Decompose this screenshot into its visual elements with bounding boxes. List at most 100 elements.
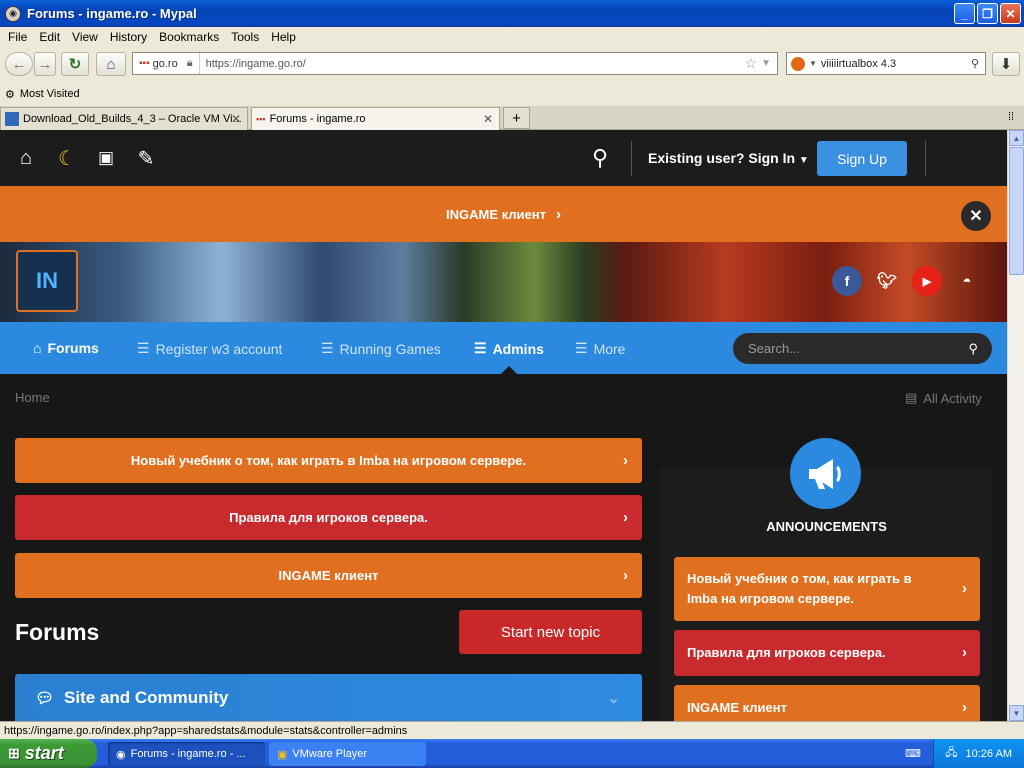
tab-label: Forums - ingame.ro xyxy=(269,113,366,125)
divider xyxy=(925,141,926,176)
minimize-button[interactable]: _ xyxy=(954,3,975,24)
back-arrow-icon: ← xyxy=(11,55,27,73)
taskbar-item-vmware[interactable]: ▣ VMware Player xyxy=(269,742,426,766)
announcement-bar[interactable]: Правила для игроков сервера. › xyxy=(15,495,642,540)
back-button[interactable]: ← xyxy=(5,52,33,76)
menu-tools[interactable]: Tools xyxy=(225,30,265,44)
chevron-down-icon[interactable]: ⌄ xyxy=(607,689,620,707)
all-activity-link[interactable]: ▤ All Activity xyxy=(905,390,982,406)
menu-view[interactable]: View xyxy=(66,30,104,44)
vertical-scrollbar[interactable]: ▲ ▼ xyxy=(1007,130,1024,721)
search-box[interactable]: ▼ viiiiirtualbox 4.3 ⚲ xyxy=(786,52,986,75)
scroll-down-arrow[interactable]: ▼ xyxy=(1009,705,1024,721)
tab-forums[interactable]: ▪▪▪ Forums - ingame.ro ✕ xyxy=(251,107,500,130)
window-titlebar[interactable]: ◉ Forums - ingame.ro - Mypal _ ❐ ✕ xyxy=(0,0,1024,27)
network-icon[interactable]: 🖧︎ xyxy=(945,744,957,763)
caret-down-icon: ▼ xyxy=(798,155,809,166)
announcement-bar[interactable]: Новый учебник о том, как играть в Imba н… xyxy=(15,438,642,483)
bookmarks-toolbar: ⚙ Most Visited xyxy=(0,82,1024,106)
hero-banner: IN f 🐦︎ ▶ ◓ xyxy=(0,242,1007,322)
vmware-icon: ▣ xyxy=(277,748,288,761)
scrollbar-thumb[interactable] xyxy=(1009,147,1024,275)
tab-virtualbox[interactable]: Download_Old_Builds_4_3 – Oracle VM Vi..… xyxy=(0,107,248,130)
announcement-banner[interactable]: INGAME клиент › ✕ xyxy=(0,186,1007,242)
active-nav-caret xyxy=(501,366,517,374)
site-search-icon[interactable]: ⚲ xyxy=(588,145,612,170)
site-domain: go.ro xyxy=(152,57,178,70)
forward-button[interactable]: → xyxy=(34,52,56,76)
close-window-button[interactable]: ✕ xyxy=(1000,3,1021,24)
nav-more[interactable]: ☰ More xyxy=(575,340,625,357)
site-logo[interactable]: IN xyxy=(16,250,78,312)
url-dropdown-icon[interactable]: ▼ xyxy=(761,58,771,69)
browser-app-icon: ◉ xyxy=(5,5,21,22)
nav-admins[interactable]: ☰ Admins xyxy=(474,340,544,357)
menu-bar: File Edit View History Bookmarks Tools H… xyxy=(0,27,1024,46)
sign-in-link[interactable]: Existing user? Sign In ▼ xyxy=(648,150,809,166)
windows-logo-icon: ⊞ xyxy=(8,745,20,761)
menu-edit[interactable]: Edit xyxy=(33,30,66,44)
discord-icon[interactable]: ◓ xyxy=(952,266,982,296)
most-visited-bookmark[interactable]: Most Visited xyxy=(20,88,80,100)
search-icon[interactable]: ⚲ xyxy=(968,341,978,357)
tab-close-icon[interactable]: ✕ xyxy=(483,112,493,126)
menu-file[interactable]: File xyxy=(2,30,33,44)
start-button[interactable]: ⊞ start xyxy=(0,739,97,768)
reload-button[interactable]: ↻ xyxy=(61,52,89,76)
taskbar-item-forums[interactable]: ◉ Forums - ingame.ro - ... xyxy=(108,742,265,766)
search-icon[interactable]: ⚲ xyxy=(971,57,979,70)
site-search-input[interactable]: Search... ⚲ xyxy=(733,333,992,364)
url-text[interactable]: https://ingame.go.ro/ xyxy=(200,58,745,70)
sidebar-announcement[interactable]: INGAME клиент › xyxy=(674,685,980,721)
brush-icon[interactable]: ✎ xyxy=(134,146,158,170)
youtube-icon[interactable]: ▶ xyxy=(912,266,942,296)
announcement-bar[interactable]: INGAME клиент › xyxy=(15,553,642,598)
divider xyxy=(631,141,632,176)
tab-list-icon[interactable]: ⁞⁞ xyxy=(1008,111,1014,123)
menu-help[interactable]: Help xyxy=(265,30,302,44)
plus-icon: + xyxy=(512,109,521,127)
menu-lines-icon: ☰ xyxy=(137,340,150,356)
menu-bookmarks[interactable]: Bookmarks xyxy=(153,30,225,44)
taskbar: ⊞ start ◉ Forums - ingame.ro - ... ▣ VMwar… xyxy=(0,739,1024,768)
twitter-icon[interactable]: 🐦︎ xyxy=(872,266,902,296)
menu-history[interactable]: History xyxy=(104,30,153,44)
facebook-icon[interactable]: f xyxy=(832,266,862,296)
search-engine-dropdown-icon[interactable]: ▼ xyxy=(809,59,817,68)
status-text: https://ingame.go.ro/index.php?app=share… xyxy=(4,724,408,737)
image-icon[interactable]: ▣ xyxy=(94,146,118,170)
site-identity[interactable]: ▪▪▪ go.ro 🔒︎ xyxy=(133,53,200,74)
sidebar-announcement[interactable]: Правила для игроков сервера. › xyxy=(674,630,980,676)
tab-label: Download_Old_Builds_4_3 – Oracle VM Vi..… xyxy=(23,113,242,125)
menu-lines-icon: ☰ xyxy=(321,340,334,356)
home-icon[interactable]: ⌂ xyxy=(14,146,38,170)
nav-register[interactable]: ☰ Register w3 account xyxy=(137,340,282,357)
sign-up-button[interactable]: Sign Up xyxy=(817,141,907,176)
moon-icon[interactable]: ☾ xyxy=(55,146,79,170)
new-tab-button[interactable]: + xyxy=(503,107,530,129)
downloads-button[interactable]: ⬇ xyxy=(992,52,1020,76)
tab-close-icon[interactable]: ✕ xyxy=(231,112,241,126)
clock[interactable]: 10:26 AM xyxy=(966,748,1012,760)
restore-button[interactable]: ❐ xyxy=(977,3,998,24)
nav-running-games[interactable]: ☰ Running Games xyxy=(321,340,441,357)
address-bar[interactable]: ▪▪▪ go.ro 🔒︎ https://ingame.go.ro/ ☆ ▼ xyxy=(132,52,778,75)
keyboard-icon[interactable]: ⌨ xyxy=(905,747,921,760)
sidebar-announcement[interactable]: Новый учебник о том, как играть в Imba н… xyxy=(674,557,980,621)
bookmark-star-icon[interactable]: ☆ xyxy=(745,55,758,72)
most-visited-icon: ⚙ xyxy=(5,88,15,101)
nav-forums[interactable]: ⌂ Forums xyxy=(33,340,99,356)
scroll-up-arrow[interactable]: ▲ xyxy=(1009,130,1024,146)
tab-bar: Download_Old_Builds_4_3 – Oracle VM Vi..… xyxy=(0,106,1024,130)
home-button[interactable]: ⌂ xyxy=(96,52,126,76)
start-new-topic-button[interactable]: Start new topic xyxy=(459,610,642,654)
chevron-right-icon: › xyxy=(623,567,628,584)
browser-app-icon: ◉ xyxy=(116,748,126,761)
breadcrumb-home[interactable]: Home xyxy=(15,390,50,405)
page-title: Forums xyxy=(15,619,100,645)
category-header[interactable]: 💬︎ Site and Community ⌄ xyxy=(15,674,642,721)
banner-close-button[interactable]: ✕ xyxy=(961,201,991,231)
search-input[interactable]: viiiiirtualbox 4.3 xyxy=(821,58,967,70)
status-bar: https://ingame.go.ro/index.php?app=share… xyxy=(0,721,1024,739)
search-engine-icon[interactable] xyxy=(791,56,805,71)
